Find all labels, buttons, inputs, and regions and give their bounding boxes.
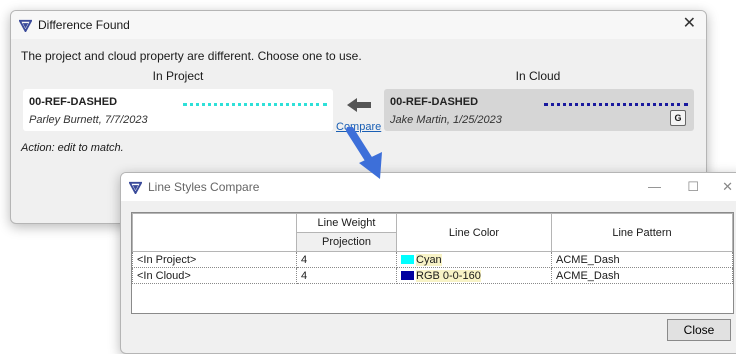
minimize-button[interactable]: — [648, 180, 661, 194]
line-weight-header: Line Weight [296, 213, 397, 233]
app-logo-icon [129, 181, 142, 194]
row-weight[interactable]: 4 [296, 251, 397, 268]
row-color-cell[interactable]: Cyan [396, 251, 552, 268]
row-color-name: Cyan [416, 253, 442, 266]
line-pattern-header: Line Pattern [551, 213, 733, 252]
cloud-line-preview [544, 103, 688, 106]
window-close-button[interactable]: ✕ [722, 180, 733, 194]
annotation-arrow-icon [346, 127, 382, 179]
row-color-name: RGB 0-0-160 [416, 269, 481, 282]
line-styles-compare-window: Line Styles Compare — ☐ ✕ Line Weight Li… [120, 172, 736, 354]
dialog-titlebar: Difference Found ✕ [11, 11, 706, 39]
table-row[interactable]: <In Cloud> 4 RGB 0-0-160 ACME_Dash [132, 267, 733, 284]
row-color-cell[interactable]: RGB 0-0-160 [396, 267, 552, 284]
difference-message: The project and cloud property are diffe… [21, 49, 362, 63]
app-logo-icon [19, 19, 32, 32]
project-style-name: 00-REF-DASHED [29, 96, 118, 108]
maximize-button[interactable]: ☐ [687, 180, 699, 194]
table-row[interactable]: <In Project> 4 Cyan ACME_Dash [132, 251, 733, 268]
row-label: <In Project> [132, 251, 297, 268]
dialog-close-button[interactable]: ✕ [683, 16, 696, 32]
compare-grid: Line Weight Line Color Line Pattern Proj… [131, 212, 734, 314]
project-option-card[interactable]: 00-REF-DASHED Parley Burnett, 7/7/2023 [23, 89, 333, 131]
arrow-left-icon [347, 98, 371, 112]
action-text: Action: edit to match. [21, 142, 124, 154]
in-project-header: In Project [152, 69, 204, 83]
cloud-style-name: 00-REF-DASHED [390, 96, 479, 108]
row-pattern[interactable]: ACME_Dash [551, 251, 733, 268]
cloud-author: Jake Martin, 1/25/2023 [390, 114, 502, 126]
line-color-header: Line Color [396, 213, 552, 252]
cloud-g-button[interactable]: G [670, 110, 686, 126]
row-weight[interactable]: 4 [296, 267, 397, 284]
navy-swatch-icon [401, 270, 414, 280]
name-column-header [132, 213, 297, 252]
row-label: <In Cloud> [132, 267, 297, 284]
row-pattern[interactable]: ACME_Dash [551, 267, 733, 284]
in-cloud-header: In Cloud [515, 69, 561, 83]
projection-header: Projection [296, 232, 397, 252]
compare-title: Line Styles Compare [148, 180, 260, 194]
cyan-swatch-icon [401, 254, 414, 264]
project-line-preview [183, 103, 327, 106]
compare-titlebar: Line Styles Compare — ☐ ✕ [121, 173, 736, 201]
dialog-title: Difference Found [38, 18, 130, 32]
cloud-option-card[interactable]: 00-REF-DASHED Jake Martin, 1/25/2023 G [384, 89, 694, 131]
project-author: Parley Burnett, 7/7/2023 [29, 114, 148, 126]
close-button[interactable]: Close [667, 319, 731, 341]
compare-table: Line Weight Line Color Line Pattern Proj… [132, 213, 733, 284]
